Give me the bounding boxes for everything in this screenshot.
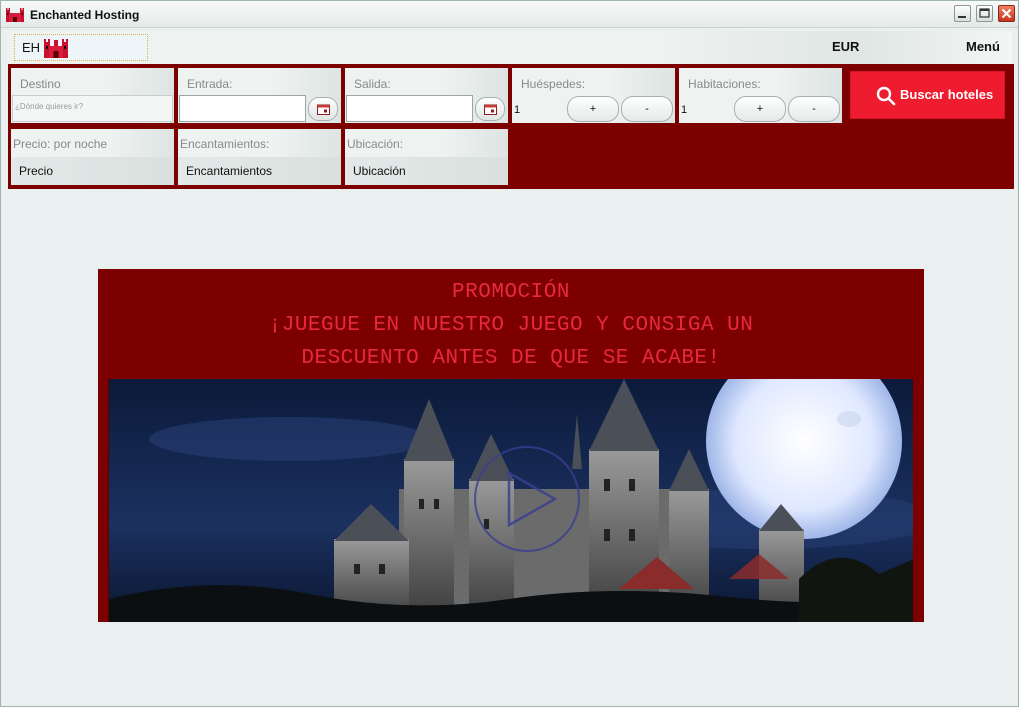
entrada-field: Entrada: (178, 68, 341, 123)
logo-text: EH (22, 40, 41, 55)
castle-night-image (109, 379, 913, 622)
title-bar: Enchanted Hosting (1, 1, 1018, 28)
ubicacion-value: Ubicación (353, 164, 406, 178)
habitaciones-field: Habitaciones: 1 + - (679, 68, 842, 123)
salida-field: Salida: (345, 68, 508, 123)
promo-heading: PROMOCIÓN (452, 281, 570, 304)
castle-logo-icon (44, 39, 68, 58)
precio-select[interactable]: Precio (11, 157, 174, 185)
promo-banner: PROMOCIÓN ¡JUEGUE EN NUESTRO JUEGO Y CON… (98, 269, 924, 622)
ubicacion-field: Ubicación: Ubicación (345, 129, 508, 185)
encantamientos-value: Encantamientos (186, 164, 273, 178)
precio-value: Precio (19, 164, 54, 178)
calendar-icon (317, 104, 330, 115)
precio-field: Precio: por noche Precio (11, 129, 174, 185)
menu-button[interactable]: Menú (966, 39, 1000, 54)
app-window: Enchanted Hosting EH EUR Menú Destino ¿D… (0, 0, 1019, 707)
search-icon (876, 86, 896, 106)
huespedes-plus-button[interactable]: + (567, 96, 619, 122)
close-button[interactable] (998, 5, 1015, 22)
search-hotels-button[interactable]: Buscar hoteles (850, 71, 1005, 119)
search-hotels-label: Buscar hoteles (900, 87, 994, 102)
destino-placeholder: ¿Dónde quieres ir? (15, 102, 84, 111)
minimize-button[interactable] (954, 5, 971, 22)
promo-line-3: DESCUENTO ANTES DE QUE SE ACABE! (301, 347, 721, 370)
encantamientos-field: Encantamientos: Encantamientos (178, 129, 341, 185)
entrada-calendar-button[interactable] (308, 97, 338, 121)
maximize-icon (979, 8, 990, 18)
logo[interactable]: EH (14, 34, 148, 61)
destino-field: Destino ¿Dónde quieres ir? (11, 68, 174, 123)
huespedes-field: Huéspedes: 1 + - (512, 68, 675, 123)
minimize-icon (958, 16, 966, 18)
precio-label: Precio: por noche (13, 137, 108, 151)
window-title: Enchanted Hosting (30, 8, 140, 22)
salida-date-input[interactable] (346, 95, 473, 122)
ubicacion-select[interactable]: Ubicación (345, 157, 508, 185)
salida-label: Salida: (354, 77, 391, 91)
entrada-date-input[interactable] (179, 95, 306, 122)
habitaciones-minus-button[interactable]: - (788, 96, 840, 122)
salida-calendar-button[interactable] (475, 97, 505, 121)
habitaciones-label: Habitaciones: (688, 77, 761, 91)
calendar-icon (484, 104, 497, 115)
habitaciones-count: 1 (681, 104, 688, 116)
huespedes-minus-button[interactable]: - (621, 96, 673, 122)
destino-label: Destino (20, 77, 61, 91)
close-icon (1001, 8, 1012, 19)
search-panel: Destino ¿Dónde quieres ir? Entrada: Sali… (8, 64, 1014, 189)
promo-line-2: ¡JUEGUE EN NUESTRO JUEGO Y CONSIGA UN (268, 314, 754, 337)
encantamientos-label: Encantamientos: (180, 137, 270, 151)
currency-selector[interactable]: EUR (832, 39, 859, 54)
entrada-label: Entrada: (187, 77, 233, 91)
promo-video[interactable] (108, 379, 913, 622)
huespedes-label: Huéspedes: (521, 77, 586, 91)
ubicacion-label: Ubicación: (347, 137, 404, 151)
top-bar: EH EUR Menú (7, 31, 1012, 64)
destino-input[interactable]: ¿Dónde quieres ir? (12, 95, 173, 122)
maximize-button[interactable] (976, 5, 993, 22)
habitaciones-plus-button[interactable]: + (734, 96, 786, 122)
castle-icon (6, 8, 24, 22)
encantamientos-select[interactable]: Encantamientos (178, 157, 341, 185)
huespedes-count: 1 (514, 104, 521, 116)
